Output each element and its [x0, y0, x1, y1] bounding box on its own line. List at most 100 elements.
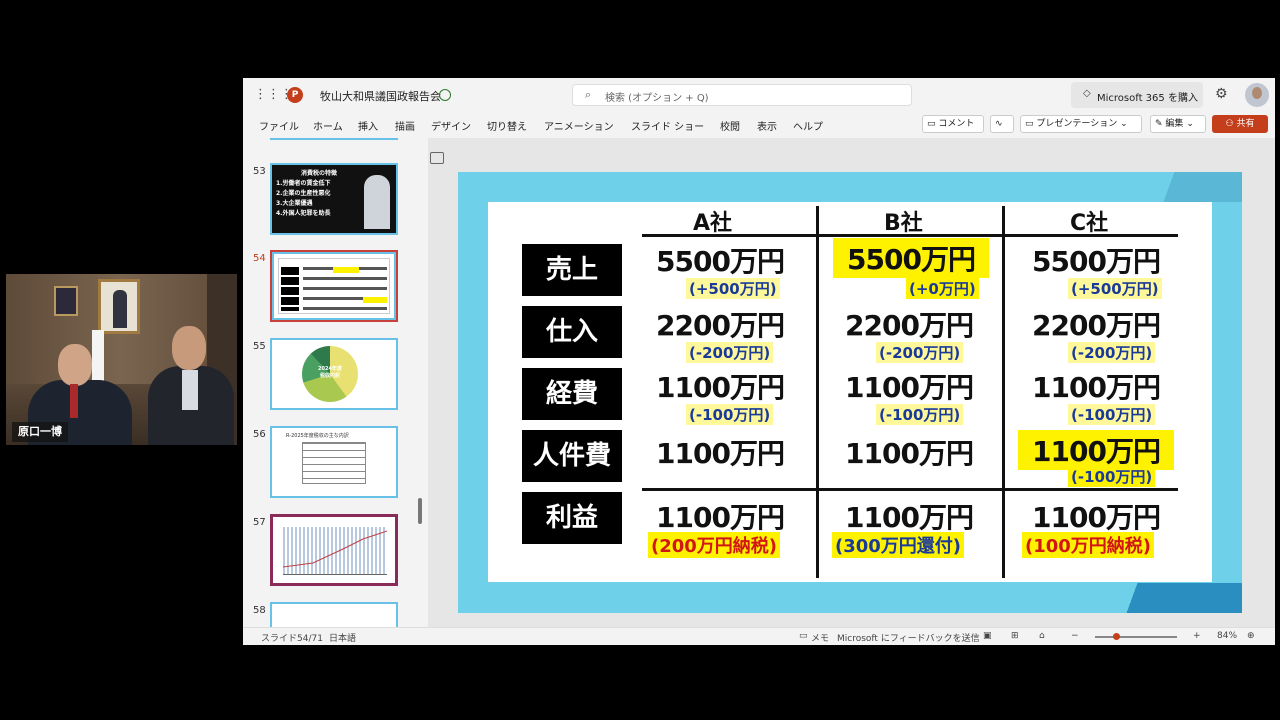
slide-thumbnails-pane: 53 消費税の特徴 1.労働者の賃金低下 2.企業の生産性悪化 3.大企業優遇 …	[243, 138, 428, 627]
notes-icon[interactable]: ▭	[799, 631, 808, 641]
app-launcher-icon[interactable]: ⋮⋮⋮	[254, 88, 293, 102]
normal-view-icon[interactable]: ▣	[983, 631, 992, 641]
thumb-text: 2024年度	[318, 366, 342, 372]
ribbon-menu: ファイル ホーム 挿入 描画 デザイン 切り替え アニメーション スライド ショ…	[243, 112, 1275, 138]
row-label-purchases: 仕入	[522, 306, 622, 358]
thumb-text: 3.大企業優遇	[276, 200, 313, 207]
tab-review[interactable]: 校閲	[720, 118, 740, 133]
slide-thumbnail-55[interactable]: 2024年度 税収内訳	[270, 338, 398, 410]
table-rule	[642, 488, 1178, 491]
document-title[interactable]: 牧山大和県議国政報告会	[320, 88, 441, 104]
slide-thumbnail[interactable]	[270, 138, 398, 140]
tab-view[interactable]: 表示	[757, 118, 777, 133]
cell-delta: (-100万円)	[1068, 466, 1156, 487]
tab-animations[interactable]: アニメーション	[544, 118, 614, 133]
slide-canvas-area: A社 B社 C社 売上 5500万円 5500万円 5500万円 (+500万円…	[428, 138, 1275, 627]
tab-draw[interactable]: 描画	[395, 118, 415, 133]
pencil-icon: ✎	[1155, 119, 1163, 129]
cell-delta: (-100万円)	[686, 404, 774, 425]
thumb-line-chart	[283, 530, 387, 568]
slide-thumbnail-53[interactable]: 消費税の特徴 1.労働者の賃金低下 2.企業の生産性悪化 3.大企業優遇 4.外…	[270, 163, 398, 235]
cell-delta: (-200万円)	[876, 342, 964, 363]
sorter-view-icon[interactable]: ⊞	[1011, 631, 1019, 641]
present-button[interactable]: ▭ プレゼンテーション ⌄	[1020, 115, 1142, 133]
column-header-c: C社	[1070, 211, 1109, 236]
search-placeholder: 検索 (オプション + Q)	[605, 93, 709, 104]
comment-icon: ▭	[927, 119, 936, 129]
table-divider	[1002, 206, 1005, 578]
cell-value: 1100万円	[845, 371, 974, 404]
avatar[interactable]	[1245, 83, 1269, 107]
reading-view-icon[interactable]: ⌂	[1039, 631, 1045, 641]
feedback-link[interactable]: Microsoft にフィードバックを送信	[837, 631, 980, 644]
comment-button[interactable]: ▭ コメント	[922, 115, 984, 133]
screen: 原口一博 ⋮⋮⋮ P 牧山大和県議国政報告会 ⌕ 検索 (オプション + Q) …	[0, 0, 1280, 720]
zoom-slider[interactable]	[1095, 636, 1177, 638]
current-slide[interactable]: A社 B社 C社 売上 5500万円 5500万円 5500万円 (+500万円…	[458, 172, 1242, 613]
row-label-labor: 人件費	[522, 430, 622, 482]
thumb-text: R-2025年度税収の主な内訳	[286, 433, 349, 439]
tab-insert[interactable]: 挿入	[358, 118, 378, 133]
wall-picture	[54, 286, 78, 316]
notes-button[interactable]: メモ	[811, 631, 829, 644]
search-input[interactable]: ⌕ 検索 (オプション + Q)	[572, 84, 912, 106]
catch-up-button[interactable]: ∿	[990, 115, 1014, 133]
tab-design[interactable]: デザイン	[431, 118, 471, 133]
column-header-a: A社	[693, 211, 733, 236]
tab-file[interactable]: ファイル	[259, 118, 299, 133]
participant-name: 原口一博	[12, 422, 68, 442]
row-label-sales: 売上	[522, 244, 622, 296]
powerpoint-logo-icon[interactable]: P	[287, 87, 303, 103]
tab-transitions[interactable]: 切り替え	[487, 118, 527, 133]
fit-slide-icon[interactable]: ⊕	[1247, 631, 1255, 641]
portrait-frame	[98, 279, 140, 334]
slide-decoration	[1022, 583, 1242, 613]
cell-delta: (-100万円)	[876, 404, 964, 425]
thumb-text: 4.外国人犯罪を助長	[276, 210, 331, 217]
cell-tax-note: (300万円還付)	[832, 532, 965, 558]
cell-value: 2200万円	[1032, 309, 1161, 342]
cell-delta: (-200万円)	[1068, 342, 1156, 363]
language-indicator[interactable]: 日本語	[329, 631, 356, 644]
tab-slideshow[interactable]: スライド ショー	[631, 118, 704, 133]
buy-microsoft365-button[interactable]: ◇ Microsoft 365 を購入	[1071, 82, 1203, 108]
cell-delta: (+500万円)	[686, 278, 780, 299]
cell-value: 1100万円	[845, 437, 974, 470]
slide-thumbnail-58[interactable]	[270, 602, 398, 627]
title-bar: ⋮⋮⋮ P 牧山大和県議国政報告会 ⌕ 検索 (オプション + Q) ◇ Mic…	[243, 78, 1275, 112]
tab-help[interactable]: ヘルプ	[793, 118, 823, 133]
buy-label: Microsoft 365 を購入	[1097, 93, 1198, 104]
cell-delta: (-200万円)	[686, 342, 774, 363]
zoom-out-icon[interactable]: −	[1071, 631, 1079, 641]
slide-number: 54	[253, 253, 266, 264]
cell-value: 2200万円	[656, 309, 785, 342]
status-bar: スライド54/71 日本語 ▭ メモ Microsoft にフィードバックを送信…	[243, 627, 1275, 645]
zoom-level[interactable]: 84%	[1217, 631, 1237, 641]
slide-number: 55	[253, 341, 266, 352]
present-icon: ▭	[1025, 119, 1034, 129]
gear-icon[interactable]: ⚙	[1215, 86, 1228, 102]
share-icon: ⚇	[1225, 119, 1234, 129]
cell-value: 1100万円	[1032, 501, 1161, 534]
slide-number: 58	[253, 605, 266, 616]
cell-tax-note: (200万円納税)	[648, 532, 781, 558]
cell-value: 5500万円	[656, 245, 785, 278]
saved-status-icon[interactable]	[439, 89, 451, 101]
zoom-slider-knob[interactable]	[1112, 633, 1120, 640]
slide-decoration	[1122, 172, 1242, 202]
slide-thumbnail-57[interactable]	[270, 514, 398, 586]
cell-delta: (+500万円)	[1068, 278, 1162, 299]
cell-value: 2200万円	[845, 309, 974, 342]
wave-icon: ∿	[995, 119, 1003, 129]
tab-home[interactable]: ホーム	[313, 118, 343, 133]
thumbnails-scrollbar[interactable]	[418, 498, 422, 524]
edit-mode-button[interactable]: ✎ 編集 ⌄	[1150, 115, 1206, 133]
column-header-b: B社	[884, 211, 923, 236]
slide-thumbnail-54[interactable]	[270, 250, 398, 322]
slide-thumbnail-56[interactable]: R-2025年度税収の主な内訳	[270, 426, 398, 498]
zoom-in-icon[interactable]: +	[1193, 631, 1201, 641]
panel-toggle-icon[interactable]	[430, 152, 444, 164]
thumb-text: 2.企業の生産性悪化	[276, 190, 331, 197]
share-button[interactable]: ⚇ 共有	[1212, 115, 1268, 133]
slide-number: 57	[253, 517, 266, 528]
